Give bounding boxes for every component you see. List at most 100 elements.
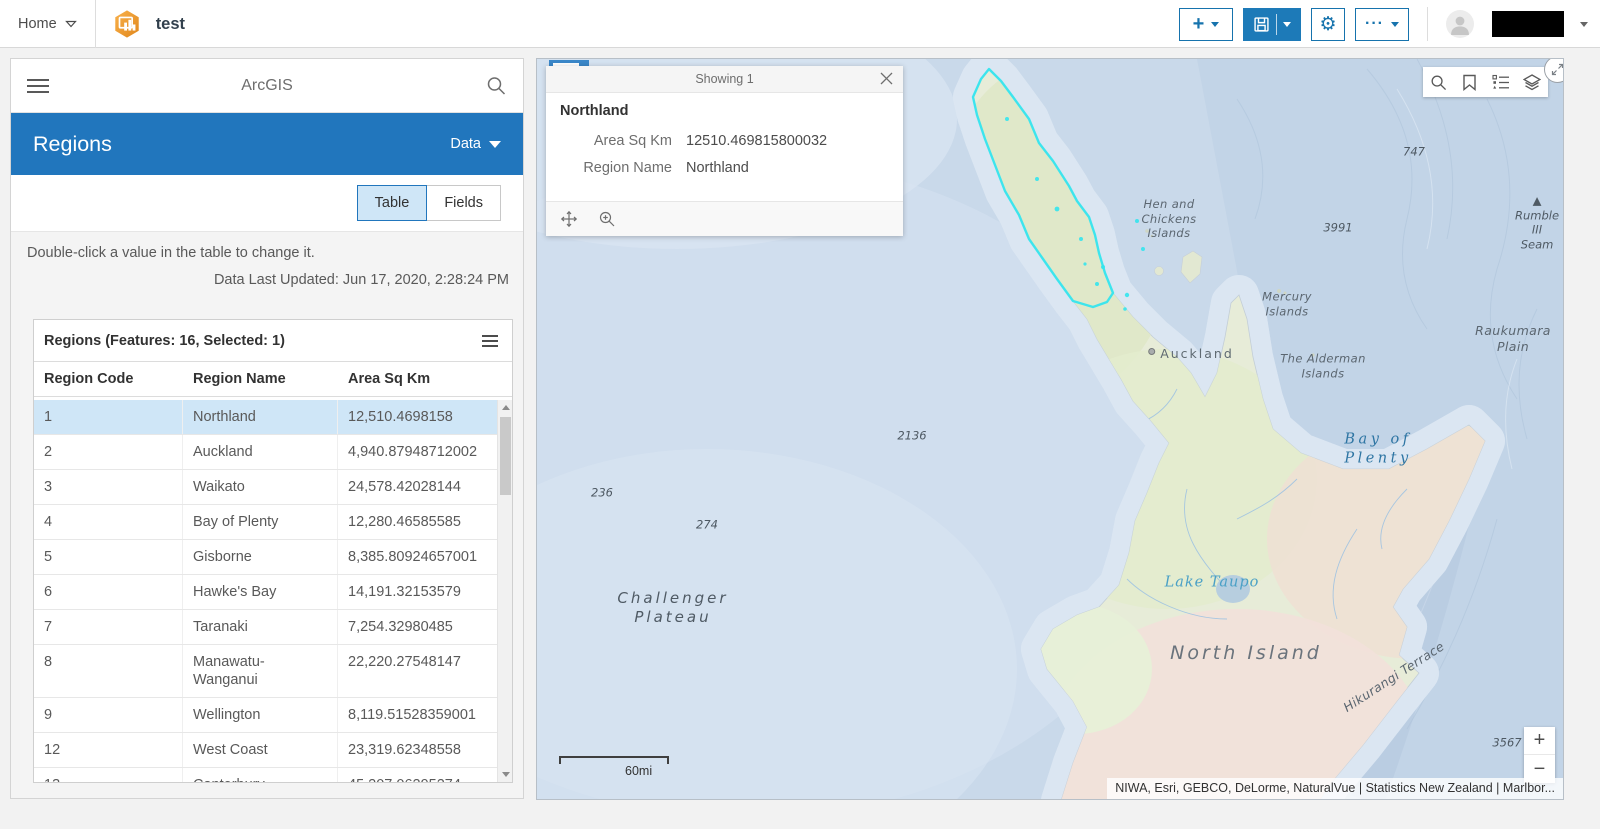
cell-region-name[interactable]: Manawatu-Wanganui bbox=[183, 645, 338, 697]
username-redacted bbox=[1492, 11, 1564, 37]
cell-area[interactable]: 8,385.80924657001 bbox=[338, 540, 497, 574]
cell-region-name[interactable]: Hawke's Bay bbox=[183, 575, 338, 609]
column-header: Area Sq Km bbox=[348, 371, 431, 387]
bookmarks-icon[interactable] bbox=[1454, 67, 1485, 97]
column-header: Region Name bbox=[193, 371, 286, 387]
tab-table-label: Table bbox=[374, 195, 410, 211]
popup-field-value: 12510.469815800032 bbox=[686, 133, 828, 149]
map-toolbar bbox=[1423, 67, 1548, 97]
cell-region-code[interactable]: 9 bbox=[34, 698, 183, 732]
cell-area[interactable]: 14,191.32153579 bbox=[338, 575, 497, 609]
scrollbar-thumb[interactable] bbox=[500, 417, 511, 495]
cell-region-code[interactable]: 13 bbox=[34, 768, 183, 782]
legend-icon[interactable] bbox=[1485, 67, 1516, 97]
table-row[interactable]: 4 Bay of Plenty 12,280.46585585 bbox=[34, 505, 497, 540]
cell-region-name[interactable]: Waikato bbox=[183, 470, 338, 504]
chevron-down-icon bbox=[489, 140, 501, 148]
table-row[interactable]: 1 Northland 12,510.4698158 bbox=[34, 400, 497, 435]
layers-icon[interactable] bbox=[1516, 67, 1547, 97]
scale-bar bbox=[559, 756, 669, 764]
divider bbox=[1276, 13, 1277, 35]
cell-region-name[interactable]: Gisborne bbox=[183, 540, 338, 574]
cell-region-code[interactable]: 12 bbox=[34, 733, 183, 767]
tab-fields[interactable]: Fields bbox=[426, 185, 501, 221]
table-row[interactable]: 3 Waikato 24,578.42028144 bbox=[34, 470, 497, 505]
cell-region-name[interactable]: West Coast bbox=[183, 733, 338, 767]
cell-area[interactable]: 22,220.27548147 bbox=[338, 645, 497, 697]
save-button[interactable] bbox=[1243, 7, 1301, 41]
table-row[interactable]: 12 West Coast 23,319.62348558 bbox=[34, 733, 497, 768]
cell-region-name[interactable]: Auckland bbox=[183, 435, 338, 469]
table-row[interactable]: 6 Hawke's Bay 14,191.32153579 bbox=[34, 575, 497, 610]
zoom-in-button[interactable]: + bbox=[1524, 727, 1555, 755]
popup-showing-count: Showing 1 bbox=[695, 72, 754, 86]
popup-header[interactable]: Showing 1 bbox=[546, 66, 903, 93]
table-row[interactable]: 13 Canterbury 45,207.06295274 bbox=[34, 768, 497, 782]
dashboard-app-icon bbox=[114, 10, 139, 38]
scroll-up-arrow[interactable] bbox=[498, 400, 512, 415]
save-icon bbox=[1254, 16, 1269, 32]
table-row[interactable]: 5 Gisborne 8,385.80924657001 bbox=[34, 540, 497, 575]
scale-label: 60mi bbox=[625, 764, 653, 778]
table-title: Regions (Features: 16, Selected: 1) bbox=[44, 333, 285, 349]
home-menu-button[interactable]: Home bbox=[0, 0, 95, 48]
popup-field: Region Name Northland bbox=[560, 160, 889, 176]
app-title: test bbox=[155, 14, 186, 33]
cell-region-code[interactable]: 1 bbox=[34, 400, 183, 434]
map-search-icon[interactable] bbox=[1423, 67, 1454, 97]
column-header: Region Code bbox=[44, 371, 134, 387]
table-row[interactable]: 9 Wellington 8,119.51528359001 bbox=[34, 698, 497, 733]
cell-area[interactable]: 8,119.51528359001 bbox=[338, 698, 497, 732]
features-table: Regions (Features: 16, Selected: 1) Regi… bbox=[33, 319, 513, 783]
data-dropdown[interactable]: Data bbox=[450, 136, 501, 152]
user-icon bbox=[1451, 16, 1469, 35]
table-scrollbar[interactable] bbox=[497, 400, 512, 782]
cell-region-code[interactable]: 3 bbox=[34, 470, 183, 504]
menu-icon[interactable] bbox=[27, 75, 49, 97]
divider bbox=[1427, 7, 1428, 41]
cell-region-name[interactable]: Canterbury bbox=[183, 768, 338, 782]
cell-region-name[interactable]: Bay of Plenty bbox=[183, 505, 338, 539]
zoom-to-feature-icon[interactable] bbox=[598, 210, 616, 228]
scroll-down-arrow[interactable] bbox=[498, 767, 512, 782]
map-canvas[interactable]: Hen and Chickens Islands 747 3991 ▲ Rumb… bbox=[536, 58, 1564, 800]
zoom-control: + − bbox=[1524, 727, 1555, 783]
cell-area[interactable]: 24,578.42028144 bbox=[338, 470, 497, 504]
add-button[interactable]: + bbox=[1179, 7, 1233, 41]
cell-area[interactable]: 12,510.4698158 bbox=[338, 400, 497, 434]
table-row[interactable]: 7 Taranaki 7,254.32980485 bbox=[34, 610, 497, 645]
avatar[interactable] bbox=[1446, 10, 1474, 38]
cell-area[interactable]: 4,940.87948712002 bbox=[338, 435, 497, 469]
table-rows: 1 Northland 12,510.4698158 2 Auckland 4,… bbox=[34, 400, 497, 782]
side-panel: ArcGIS Regions Data Table Fields Double-… bbox=[10, 58, 524, 799]
ellipsis-icon: ··· bbox=[1365, 15, 1384, 32]
settings-button[interactable]: ⚙ bbox=[1311, 7, 1345, 41]
cell-region-code[interactable]: 6 bbox=[34, 575, 183, 609]
chevron-down-icon[interactable] bbox=[1580, 21, 1588, 27]
cell-region-code[interactable]: 8 bbox=[34, 645, 183, 697]
cell-region-code[interactable]: 4 bbox=[34, 505, 183, 539]
table-row[interactable]: 2 Auckland 4,940.87948712002 bbox=[34, 435, 497, 470]
cell-region-code[interactable]: 7 bbox=[34, 610, 183, 644]
tab-table[interactable]: Table bbox=[356, 185, 428, 221]
cell-region-code[interactable]: 5 bbox=[34, 540, 183, 574]
cell-area[interactable]: 23,319.62348558 bbox=[338, 733, 497, 767]
popup-field-label: Area Sq Km bbox=[593, 133, 672, 149]
tab-fields-label: Fields bbox=[444, 195, 483, 211]
search-icon[interactable] bbox=[485, 75, 507, 97]
chevron-down-icon bbox=[1390, 21, 1399, 27]
cell-area[interactable]: 7,254.32980485 bbox=[338, 610, 497, 644]
popup-field-label: Region Name bbox=[583, 160, 672, 176]
table-row[interactable]: 8 Manawatu-Wanganui 22,220.27548147 bbox=[34, 645, 497, 698]
cell-region-name[interactable]: Northland bbox=[183, 400, 338, 434]
pan-to-feature-icon[interactable] bbox=[560, 210, 578, 228]
cell-region-name[interactable]: Wellington bbox=[183, 698, 338, 732]
cell-region-name[interactable]: Taranaki bbox=[183, 610, 338, 644]
table-menu-icon[interactable] bbox=[482, 332, 498, 350]
cell-region-code[interactable]: 2 bbox=[34, 435, 183, 469]
close-icon[interactable] bbox=[880, 72, 893, 85]
feature-popup: Showing 1 Northland Area Sq Km 12510.469… bbox=[546, 66, 903, 236]
cell-area[interactable]: 45,207.06295274 bbox=[338, 768, 497, 782]
more-options-button[interactable]: ··· bbox=[1355, 7, 1409, 41]
cell-area[interactable]: 12,280.46585585 bbox=[338, 505, 497, 539]
